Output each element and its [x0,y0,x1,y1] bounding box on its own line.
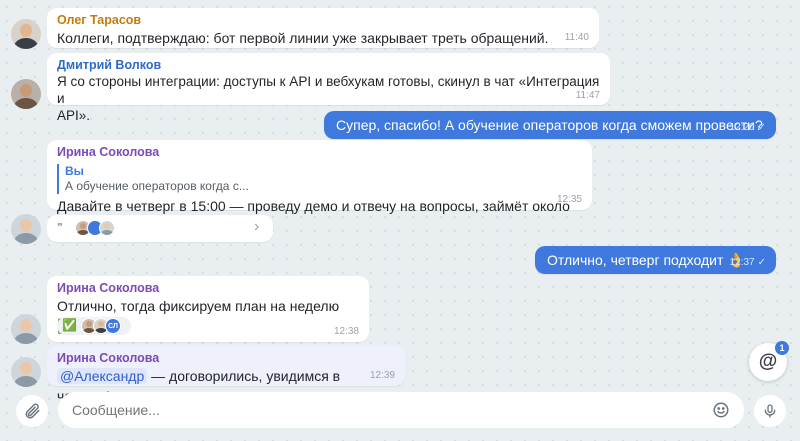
message-author[interactable]: Дмитрий Волков [57,58,600,73]
message-input[interactable] [72,400,692,420]
message-bubble-outgoing[interactable]: Супер, спасибо! А обучение операторов ко… [324,111,776,139]
message-time: 12:38 [333,326,359,337]
message-time: 11:47 [575,90,600,101]
avatar[interactable] [11,79,41,109]
mention-icon: @ [758,351,778,372]
quote-icon: ❞ [57,222,63,234]
paperclip-icon [25,403,40,419]
avatar[interactable] [11,19,41,49]
message-bubble-mention[interactable]: Ирина Соколова @Александр — договорились… [47,346,405,404]
message-bubble[interactable]: Ирина Соколова Отлично, тогда фиксируем … [47,276,369,342]
message-bubble[interactable]: Ирина Соколова Вы А обучение операторов … [47,140,592,234]
reaction-emoji: ✅ [62,318,77,332]
check-icon: ✓ [757,257,766,268]
chevron-right-icon: › [254,218,260,235]
message-time-value: 12:37 [729,257,755,268]
message-time: 12:39 [369,370,395,381]
message-input-container[interactable] [58,392,744,428]
thread-replies[interactable]: ❞ › [47,215,273,242]
check-icon: ✓ [757,122,766,133]
message-bubble[interactable]: Дмитрий Волков Я со стороны интеграции: … [47,53,610,123]
message-author[interactable]: Ирина Соколова [57,281,359,296]
voice-message-button[interactable] [754,395,786,427]
quote-text: А обучение операторов когда с... [65,179,249,193]
emoji-button[interactable] [710,400,732,420]
message-author[interactable]: Ирина Соколова [57,351,395,366]
message-time-value: 12:20 [729,122,755,133]
attach-button[interactable] [16,395,48,427]
message-text-line: Я со стороны интеграции: доступы к API и… [57,74,600,106]
message-time: 11:40 [564,32,589,43]
quote-author: Вы [65,164,84,178]
avatar-initials: СЛ [105,318,121,334]
message-bubble[interactable]: Олег Тарасов Коллеги, подтверждаю: бот п… [47,8,599,66]
avatar[interactable] [11,357,41,387]
avatar[interactable] [11,214,41,244]
message-bubble-outgoing[interactable]: Отлично, четверг подходит 👌 12:37 ✓ [535,246,776,274]
message-text: Супер, спасибо! А обучение операторов ко… [336,117,763,133]
mentions-count-badge: 1 [775,341,789,355]
avatar [99,220,115,236]
message-time: 12:37 ✓ [730,257,766,268]
message-author[interactable]: Ирина Соколова [57,145,582,160]
microphone-icon [764,404,776,418]
smile-icon [713,402,729,418]
message-author[interactable]: Олег Тарасов [57,13,589,28]
reply-quote[interactable]: Вы А обучение операторов когда с... [57,164,582,194]
user-mention[interactable]: @Александр [57,368,148,384]
avatar[interactable] [11,314,41,344]
message-text: Отлично, четверг подходит 👌 [547,252,745,268]
message-time: 12:20 ✓ [730,122,766,133]
reaction-chip[interactable]: ✅ СЛ [57,317,131,335]
message-time: 12:35 [556,194,582,205]
